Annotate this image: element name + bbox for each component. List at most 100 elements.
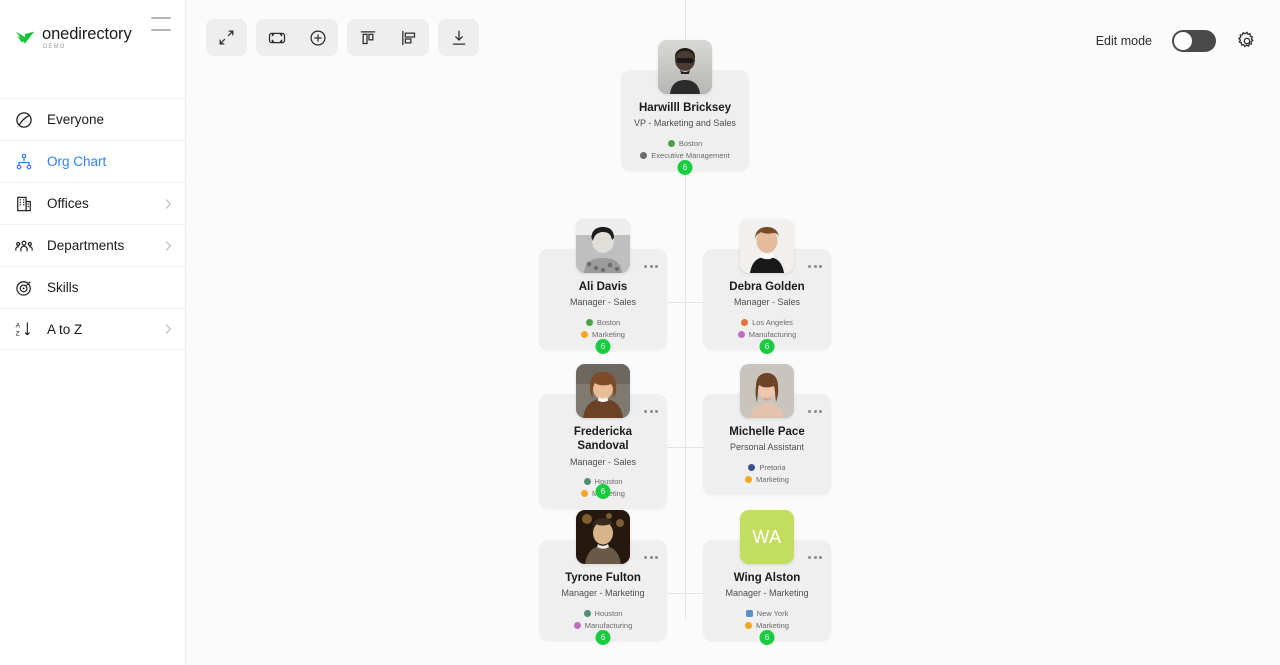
avatar-photo [576, 510, 630, 564]
org-chart-canvas[interactable]: Edit mode [186, 0, 1280, 665]
department-label: Executive Management [651, 151, 729, 160]
toolbar-group-layout [347, 19, 429, 56]
person-title: Manager - Sales [547, 297, 659, 309]
person-meta: Boston Executive Management [629, 139, 741, 160]
location-label: Los Angeles [752, 318, 793, 327]
chevron-right-icon [165, 240, 172, 251]
department-dot-icon [745, 476, 752, 483]
gear-icon[interactable] [1236, 30, 1258, 52]
reports-badge[interactable]: 6 [596, 339, 611, 354]
sidebar: onedirectory DEMO Everyone Org Chart [0, 0, 186, 665]
reports-badge[interactable]: 6 [760, 630, 775, 645]
node-menu-button[interactable] [808, 410, 822, 413]
person-meta: New York Marketing [711, 609, 823, 630]
person-title: Manager - Sales [547, 457, 659, 469]
department-dot-icon [581, 490, 588, 497]
person-meta: Boston Marketing [547, 318, 659, 339]
person-name: Wing Alston [711, 571, 823, 585]
person-department: Manufacturing [738, 330, 797, 339]
person-title: Manager - Marketing [547, 588, 659, 600]
avatar-photo [576, 364, 630, 418]
toggle-knob [1174, 32, 1192, 50]
edit-mode-toggle[interactable] [1172, 30, 1216, 52]
person-location: Houston [584, 609, 623, 618]
fit-to-screen-button[interactable] [256, 19, 297, 56]
department-dot-icon [745, 622, 752, 629]
sidebar-item-label: Org Chart [47, 154, 106, 169]
location-dot-icon [586, 319, 593, 326]
align-left-icon [399, 28, 419, 48]
node-menu-button[interactable] [808, 556, 822, 559]
svg-text:A: A [16, 322, 21, 329]
avatar [740, 364, 794, 418]
target-icon [14, 278, 34, 298]
department-dot-icon [738, 331, 745, 338]
sidebar-item-a-to-z[interactable]: A Z A to Z [0, 308, 185, 350]
sidebar-item-org-chart[interactable]: Org Chart [0, 140, 185, 182]
people-icon [14, 236, 34, 256]
sidebar-nav: Everyone Org Chart Offices [0, 98, 185, 350]
avatar [576, 510, 630, 564]
reports-badge[interactable]: 6 [760, 339, 775, 354]
location-label: Boston [679, 139, 702, 148]
person-name: Tyrone Fulton [547, 571, 659, 585]
person-department: Executive Management [640, 151, 729, 160]
chevron-right-icon [165, 198, 172, 209]
avatar [658, 40, 712, 94]
person-name: Debra Golden [711, 280, 823, 294]
person-title: VP - Marketing and Sales [629, 118, 741, 130]
plus-circle-icon [308, 28, 328, 48]
sidebar-item-departments[interactable]: Departments [0, 224, 185, 266]
toolbar-group-export [438, 19, 479, 56]
person-location: New York [746, 609, 789, 618]
app-root: onedirectory DEMO Everyone Org Chart [0, 0, 1280, 665]
person-location: Boston [586, 318, 620, 327]
department-label: Manufacturing [585, 621, 633, 630]
sidebar-item-label: Skills [47, 280, 79, 295]
avatar [740, 219, 794, 273]
location-dot-icon [584, 478, 591, 485]
avatar-photo [740, 219, 794, 273]
avatar-photo [740, 364, 794, 418]
vertical-layout-button[interactable] [347, 19, 388, 56]
horizontal-layout-button[interactable] [388, 19, 429, 56]
avatar-initials: WA [740, 510, 794, 564]
zoom-in-button[interactable] [297, 19, 338, 56]
expand-all-button[interactable] [206, 19, 247, 56]
node-menu-button[interactable] [644, 265, 658, 268]
reports-badge[interactable]: 6 [596, 630, 611, 645]
person-name: Ali Davis [547, 280, 659, 294]
globe-icon [14, 110, 34, 130]
hamburger-icon[interactable] [151, 17, 171, 31]
org-chart-icon [14, 152, 34, 172]
reports-badge[interactable]: 6 [678, 160, 693, 175]
sidebar-item-everyone[interactable]: Everyone [0, 98, 185, 140]
department-dot-icon [574, 622, 581, 629]
sort-az-icon: A Z [14, 319, 34, 339]
person-location: Pretoria [748, 463, 785, 472]
avatar-photo [658, 40, 712, 94]
person-name: Michelle Pace [711, 425, 823, 439]
sidebar-item-skills[interactable]: Skills [0, 266, 185, 308]
download-button[interactable] [438, 19, 479, 56]
person-department: Marketing [745, 475, 789, 484]
department-label: Marketing [756, 621, 789, 630]
node-menu-button[interactable] [644, 556, 658, 559]
chevron-right-icon [165, 324, 172, 335]
node-menu-button[interactable] [644, 410, 658, 413]
person-department: Manufacturing [574, 621, 633, 630]
toolbar-group-expand [206, 19, 247, 56]
location-dot-icon [741, 319, 748, 326]
avatar [576, 219, 630, 273]
brand-subtitle: DEMO [43, 44, 132, 50]
location-label: Pretoria [759, 463, 785, 472]
brand-row: onedirectory DEMO [0, 0, 185, 76]
reports-badge[interactable]: 6 [596, 484, 611, 499]
sidebar-item-offices[interactable]: Offices [0, 182, 185, 224]
edit-mode-label: Edit mode [1096, 34, 1152, 48]
node-menu-button[interactable] [808, 265, 822, 268]
location-label: Houston [595, 609, 623, 618]
chart-toolbar [206, 19, 479, 56]
sidebar-item-label: Everyone [47, 112, 104, 127]
brand-name: onedirectory [42, 26, 132, 43]
